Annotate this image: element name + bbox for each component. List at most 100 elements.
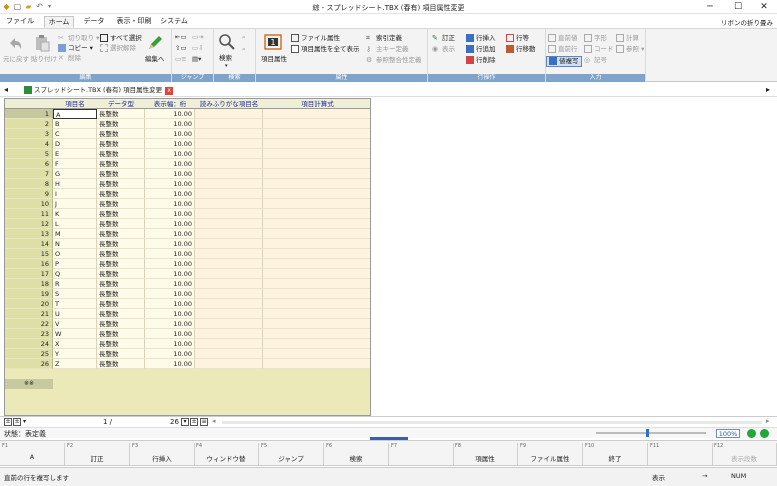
prev-row-button[interactable]: 直前行 — [548, 45, 578, 54]
table-cell[interactable] — [263, 229, 370, 239]
table-cell[interactable]: 10.00 — [145, 259, 195, 269]
copy-button[interactable]: コピー ▾ — [58, 44, 93, 53]
table-cell[interactable]: 10.00 — [145, 239, 195, 249]
table-cell[interactable]: Y — [53, 349, 97, 359]
table-cell[interactable]: A — [53, 109, 97, 119]
minimize-button[interactable]: ─ — [699, 0, 721, 14]
table-row[interactable]: 23 W 長整数 10.00 — [5, 329, 370, 339]
table-row[interactable]: 11 K 長整数 10.00 — [5, 209, 370, 219]
table-cell[interactable]: U — [53, 309, 97, 319]
new-row-marker[interactable]: ※※ — [5, 379, 53, 389]
table-cell[interactable]: 10.00 — [145, 289, 195, 299]
hscroll-right-icon[interactable]: ▸ — [766, 417, 770, 425]
table-cell[interactable]: 10.00 — [145, 159, 195, 169]
nav-end-button[interactable]: ≡ — [200, 418, 208, 426]
fkey-f6[interactable]: F6 検索 — [324, 443, 389, 465]
row-number[interactable]: 12 — [5, 219, 53, 229]
table-row[interactable]: 13 M 長整数 10.00 — [5, 229, 370, 239]
row-number[interactable]: 1 — [5, 109, 53, 119]
table-cell[interactable]: 長整数 — [97, 269, 145, 279]
table-cell[interactable]: 10.00 — [145, 359, 195, 369]
table-cell[interactable]: X — [53, 339, 97, 349]
table-cell[interactable] — [195, 219, 263, 229]
close-button[interactable]: ✕ — [753, 0, 775, 14]
search-prev-icon[interactable]: ⌕ — [242, 45, 246, 54]
table-cell[interactable] — [195, 339, 263, 349]
tab-system[interactable]: システム — [160, 16, 188, 28]
table-cell[interactable] — [195, 259, 263, 269]
table-cell[interactable]: 長整数 — [97, 359, 145, 369]
col-header-type[interactable]: データ型 — [97, 99, 145, 109]
table-cell[interactable] — [263, 199, 370, 209]
table-cell[interactable]: W — [53, 329, 97, 339]
jump-down-icon[interactable]: ▭⇩ — [192, 44, 204, 53]
document-tab-close-button[interactable]: x — [165, 87, 174, 95]
row-number[interactable]: 11 — [5, 209, 53, 219]
table-cell[interactable] — [195, 289, 263, 299]
table-cell[interactable]: 長整数 — [97, 199, 145, 209]
table-cell[interactable]: 10.00 — [145, 139, 195, 149]
search-next-icon[interactable]: ⌕ — [242, 33, 246, 42]
table-cell[interactable]: 10.00 — [145, 279, 195, 289]
zoom-level[interactable]: 100% — [716, 429, 740, 438]
symbol-button[interactable]: ◎ 記号 — [584, 56, 607, 65]
prev-value-button[interactable]: 直前値 — [548, 34, 578, 43]
fkey-f4[interactable]: F4 ウィンドウ替 — [194, 443, 259, 465]
table-row[interactable]: 14 N 長整数 10.00 — [5, 239, 370, 249]
tab-home[interactable]: ホーム — [44, 16, 74, 28]
table-cell[interactable] — [195, 159, 263, 169]
table-cell[interactable]: 10.00 — [145, 119, 195, 129]
fkey-f12[interactable]: F12 表示段数 — [712, 443, 777, 465]
zoom-slider-thumb[interactable] — [646, 429, 649, 437]
table-cell[interactable] — [263, 149, 370, 159]
table-cell[interactable] — [263, 279, 370, 289]
table-cell[interactable] — [195, 189, 263, 199]
table-cell[interactable]: 長整数 — [97, 349, 145, 359]
table-row[interactable]: 21 U 長整数 10.00 — [5, 309, 370, 319]
table-cell[interactable] — [263, 289, 370, 299]
ref-integrity-button[interactable]: ⚙ 参照整合性定義 — [366, 56, 422, 65]
fkey-f2[interactable]: F2 訂正 — [65, 443, 130, 465]
nav-first-button[interactable]: ± — [4, 418, 12, 426]
table-cell[interactable] — [195, 249, 263, 259]
table-cell[interactable] — [195, 169, 263, 179]
table-cell[interactable]: 10.00 — [145, 329, 195, 339]
table-cell[interactable]: 10.00 — [145, 179, 195, 189]
tab-view-print[interactable]: 表示・印刷 — [114, 16, 154, 28]
row-number[interactable]: 9 — [5, 189, 53, 199]
nav-dropdown-icon[interactable]: ▾ — [23, 418, 26, 425]
table-cell[interactable]: 10.00 — [145, 209, 195, 219]
table-cell[interactable]: 長整数 — [97, 109, 145, 119]
table-cell[interactable]: 長整数 — [97, 239, 145, 249]
table-cell[interactable] — [195, 199, 263, 209]
row-number[interactable]: 18 — [5, 279, 53, 289]
ribbon-collapse-button[interactable]: リボンの折り畳み — [721, 17, 773, 27]
table-cell[interactable] — [195, 119, 263, 129]
table-cell[interactable] — [195, 109, 263, 119]
row-number[interactable]: 7 — [5, 169, 53, 179]
table-cell[interactable]: D — [53, 139, 97, 149]
table-cell[interactable]: 10.00 — [145, 319, 195, 329]
table-cell[interactable]: 10.00 — [145, 229, 195, 239]
table-cell[interactable] — [195, 129, 263, 139]
table-cell[interactable]: 長整数 — [97, 119, 145, 129]
table-cell[interactable]: S — [53, 289, 97, 299]
table-cell[interactable] — [263, 319, 370, 329]
table-row[interactable]: 7 G 長整数 10.00 — [5, 169, 370, 179]
table-cell[interactable]: 長整数 — [97, 179, 145, 189]
table-cell[interactable] — [263, 139, 370, 149]
table-cell[interactable] — [195, 139, 263, 149]
jump-prev-icon[interactable]: ▭⇥ — [192, 33, 204, 42]
table-cell[interactable]: 長整数 — [97, 139, 145, 149]
table-cell[interactable]: E — [53, 149, 97, 159]
table-cell[interactable]: 10.00 — [145, 169, 195, 179]
table-cell[interactable] — [195, 179, 263, 189]
undo-button[interactable]: 元に戻す — [3, 55, 29, 64]
search-dropdown-icon[interactable]: ▾ — [225, 62, 228, 71]
deselect-button[interactable]: 選択解除 — [100, 44, 136, 53]
insert-row-button[interactable]: 行挿入 — [466, 34, 496, 43]
col-header-width[interactable]: 表示幅：桁 — [145, 99, 195, 109]
table-cell[interactable]: 10.00 — [145, 219, 195, 229]
table-cell[interactable]: 長整数 — [97, 259, 145, 269]
table-cell[interactable] — [263, 269, 370, 279]
